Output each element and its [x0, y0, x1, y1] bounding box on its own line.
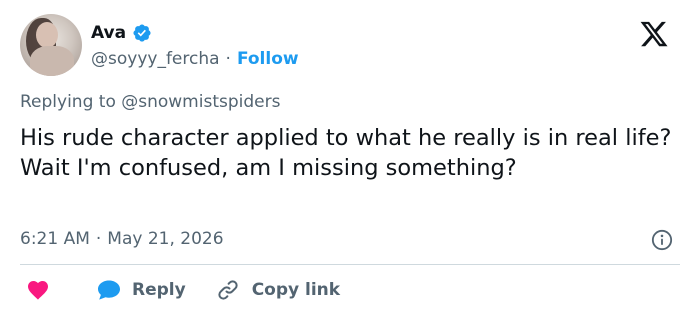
x-logo-icon[interactable] — [638, 19, 670, 49]
tweet-time: 6:21 AM — [20, 229, 90, 249]
timestamp-separator: · — [95, 229, 102, 249]
reply-bubble-icon — [96, 278, 122, 302]
tweet-text: His rude character applied to what he re… — [20, 125, 672, 181]
link-icon — [216, 278, 240, 302]
info-icon[interactable] — [651, 229, 673, 251]
author-name-row: Ava — [91, 20, 152, 46]
divider — [20, 264, 680, 265]
replying-to-prefix: Replying to — [20, 92, 122, 112]
action-bar: Reply Copy link — [20, 276, 340, 304]
replying-to-mention[interactable]: @snowmistspiders — [121, 92, 280, 112]
avatar-face — [36, 22, 58, 48]
heart-icon[interactable] — [26, 278, 50, 302]
reply-button[interactable]: Reply — [96, 278, 186, 302]
avatar[interactable] — [20, 14, 82, 76]
handle-separator: · — [225, 49, 231, 69]
reply-label: Reply — [132, 280, 186, 300]
author-name[interactable]: Ava — [91, 23, 126, 43]
tweet-date: May 21, 2026 — [107, 229, 224, 249]
follow-button[interactable]: Follow — [237, 49, 299, 69]
avatar-body — [30, 46, 74, 76]
copy-link-button[interactable]: Copy link — [216, 278, 340, 302]
replying-to: Replying to @snowmistspiders — [20, 92, 280, 112]
author-handle-row: @soyyy_fercha · Follow — [91, 47, 299, 71]
verified-badge-icon — [132, 23, 152, 43]
author-handle[interactable]: @soyyy_fercha — [91, 49, 220, 69]
tweet-timestamp[interactable]: 6:21 AM · May 21, 2026 — [20, 227, 224, 251]
copy-link-label: Copy link — [251, 280, 341, 300]
